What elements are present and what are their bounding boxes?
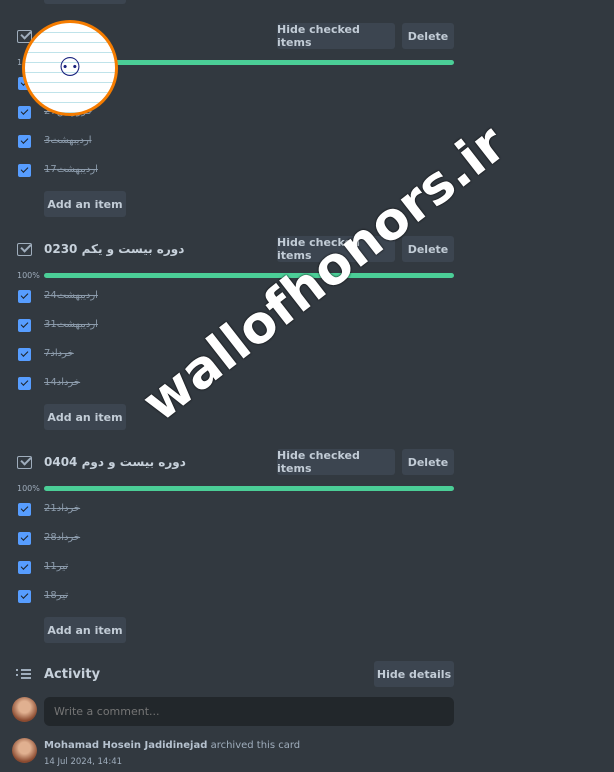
item-checkbox[interactable]: [18, 135, 31, 148]
item-checkbox[interactable]: [18, 532, 31, 545]
progress-bar: [44, 273, 454, 278]
item-checkbox[interactable]: [18, 590, 31, 603]
add-item-button[interactable]: Add an item: [44, 617, 126, 643]
hide-checked-button[interactable]: Hide checked items: [277, 449, 395, 475]
checklist-item[interactable]: اردیبهشت3: [44, 135, 92, 146]
activity-time[interactable]: 14 Jul 2024, 14:41: [44, 757, 122, 767]
checklist-item[interactable]: اردیبهشت24: [44, 290, 98, 301]
checklist-item[interactable]: خرداد7: [44, 348, 74, 359]
add-item-button[interactable]: Add an item: [44, 404, 126, 430]
activity-user[interactable]: Mohamad Hosein Jadidinejad: [44, 740, 207, 751]
checklist-icon: [17, 456, 32, 469]
checklist-item[interactable]: خرداد21: [44, 503, 80, 514]
checklist-item[interactable]: تیر18: [44, 590, 68, 601]
checklist-item[interactable]: خرداد28: [44, 532, 80, 543]
checklist-item[interactable]: خرداد14: [44, 377, 80, 388]
add-item-button-prev[interactable]: [44, 0, 126, 4]
activity-avatar: [12, 738, 37, 763]
item-checkbox[interactable]: [18, 377, 31, 390]
hide-details-button[interactable]: Hide details: [374, 661, 454, 687]
item-checkbox[interactable]: [18, 164, 31, 177]
item-checkbox[interactable]: [18, 561, 31, 574]
progress-percent: 100%: [17, 484, 40, 493]
item-checkbox[interactable]: [18, 290, 31, 303]
item-checkbox[interactable]: [18, 106, 31, 119]
progress-bar: [44, 486, 454, 491]
checklist-item[interactable]: اردیبهشت31: [44, 319, 98, 330]
checklist-title[interactable]: دوره بیست و یکم 0230: [44, 242, 184, 256]
checklist-item[interactable]: اردیبهشت17: [44, 164, 98, 175]
checklist-item[interactable]: تیر11: [44, 561, 68, 572]
delete-button[interactable]: Delete: [402, 449, 454, 475]
checklist-icon: [17, 243, 32, 256]
avatar: [12, 697, 37, 722]
delete-button[interactable]: Delete: [402, 23, 454, 49]
logo: ⚇: [22, 20, 118, 116]
checklist-title[interactable]: دوره بیست و دوم 0404: [44, 455, 186, 469]
activity-title: Activity: [44, 667, 101, 682]
hide-checked-button[interactable]: Hide checked items: [277, 23, 395, 49]
item-checkbox[interactable]: [18, 503, 31, 516]
item-checkbox[interactable]: [18, 348, 31, 361]
item-checkbox[interactable]: [18, 319, 31, 332]
activity-icon: [16, 668, 32, 680]
add-item-button[interactable]: Add an item: [44, 191, 126, 217]
comment-input[interactable]: [44, 697, 454, 726]
activity-action: archived this card: [210, 740, 301, 751]
progress-percent: 100%: [17, 271, 40, 280]
